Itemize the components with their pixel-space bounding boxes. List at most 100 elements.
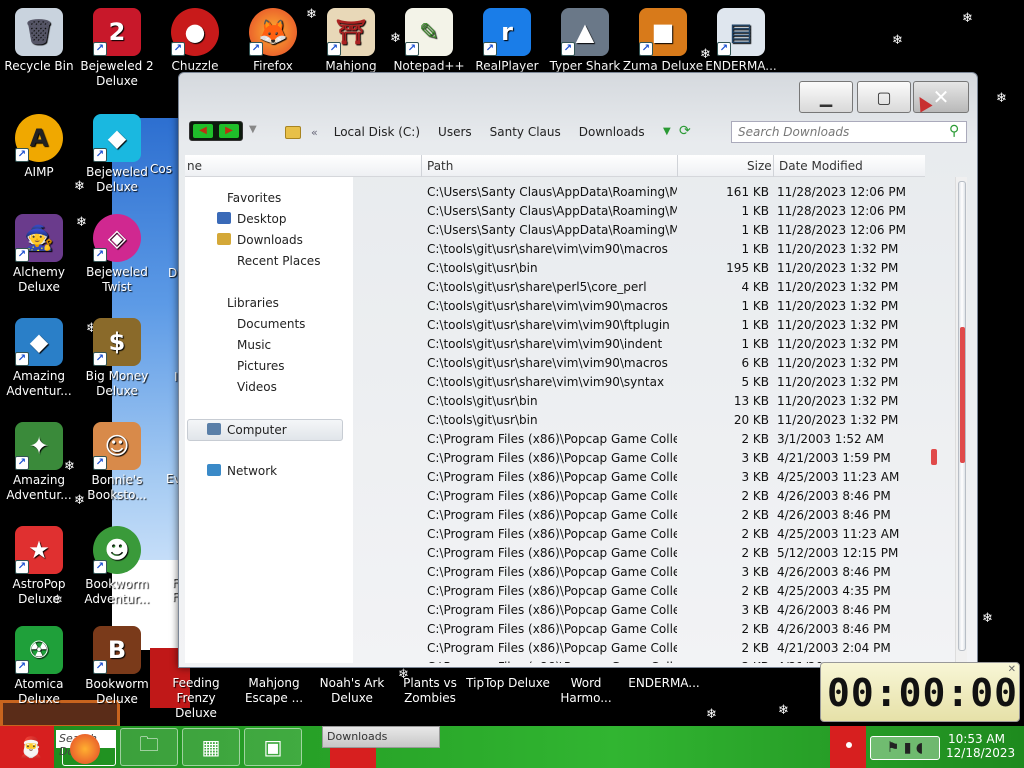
minimize-icon: ▁: [819, 87, 833, 107]
address-bar[interactable]: « Local Disk (C:) Users Santy Claus Down…: [285, 121, 725, 143]
taskbar-control-panel-button[interactable]: ▦: [182, 728, 240, 766]
desktop-icon-bejeweled-twist[interactable]: ◈ ↗ Bejeweled Twist: [78, 214, 156, 304]
nav-documents[interactable]: Documents: [237, 317, 305, 331]
minimize-button[interactable]: ▁: [799, 81, 853, 113]
taskbar: 🎅 🗀 ▦ ▣ ⚑ ▮ ◖: [0, 726, 1024, 768]
file-size-cell: 5 KB: [741, 375, 769, 389]
timer-display: 00:00:00: [827, 671, 1019, 715]
tray-icons: ⚑ ▮ ◖: [886, 740, 924, 756]
file-date-cell: 11/20/2023 1:32 PM: [777, 318, 899, 332]
nav-pictures[interactable]: Pictures: [237, 359, 285, 373]
tray-dot-icon: [846, 742, 852, 748]
desktop-icon-big-money[interactable]: $ ↗ Big Money Deluxe: [78, 318, 156, 408]
system-tray[interactable]: ⚑ ▮ ◖: [870, 736, 940, 760]
compass-icon: ✦ ↗: [15, 422, 63, 470]
column-path[interactable]: Path: [427, 159, 453, 173]
nav-network[interactable]: Network: [207, 464, 277, 478]
firefox-icon[interactable]: [70, 734, 100, 764]
column-size[interactable]: Size: [747, 159, 772, 173]
file-path-cell: C:\Program Files (x86)\Popcap Game Colle…: [427, 508, 677, 522]
desktop-icon-bookworm[interactable]: B ↗ Bookworm Deluxe: [78, 626, 156, 716]
nav-desktop[interactable]: Desktop: [217, 212, 287, 226]
navigation-pane[interactable]: Favorites Desktop Downloads Recent Place…: [185, 177, 353, 663]
maximize-button[interactable]: ▢: [857, 81, 911, 113]
search-icon[interactable]: ⚲: [949, 123, 959, 139]
file-size-cell: 3 KB: [685, 660, 769, 663]
desktop-icon-tiptop[interactable]: TipTop Deluxe: [466, 676, 550, 691]
nav-downloads[interactable]: Downloads: [217, 233, 303, 247]
desktop-icon-word-harmony[interactable]: Word Harmo...: [544, 676, 628, 706]
file-path-cell: C:\tools\git\usr\bin: [427, 394, 538, 408]
file-size-cell: 2 KB: [741, 489, 769, 503]
refresh-icon[interactable]: ⟳: [679, 123, 691, 139]
worm-icon: ☻ ↗: [93, 526, 141, 574]
file-path-cell: C:\Users\Santy Claus\AppData\Roaming\Mo.…: [427, 223, 677, 237]
folder-icon: 🗀: [139, 732, 159, 756]
desktop-icon-plants-vs-zombies[interactable]: Plants vs Zombies: [388, 676, 472, 706]
desktop-icon-bejeweled[interactable]: ◆ ↗ Bejeweled Deluxe: [78, 114, 156, 204]
column-divider[interactable]: [677, 155, 678, 177]
bonnie-face-icon: ☺ ↗: [93, 422, 141, 470]
file-date-cell: 11/20/2023 1:32 PM: [777, 394, 899, 408]
start-button[interactable]: 🎅: [2, 728, 60, 766]
nav-favorites[interactable]: Favorites: [227, 191, 281, 205]
desktop-icon-astropop[interactable]: ★ ↗ AstroPop Deluxe: [0, 526, 78, 616]
nav-buttons[interactable]: ◀ ▶: [189, 121, 243, 141]
column-divider[interactable]: [421, 155, 422, 177]
history-dropdown-icon[interactable]: ▼: [249, 124, 257, 135]
nav-recent-places[interactable]: Recent Places: [237, 254, 320, 268]
desktop-icon-bejeweled2[interactable]: 2 ↗ Bejeweled 2 Deluxe: [78, 8, 156, 98]
explorer-window[interactable]: ▁ ▢ ✕ ◀ ▶ ▼ « Local Disk (C:) Users Sant…: [178, 72, 978, 668]
desktop-icon-amazing-adventures-1[interactable]: ◆ ↗ Amazing Adventur...: [0, 318, 78, 408]
breadcrumb-santy-claus[interactable]: Santy Claus: [484, 125, 567, 139]
desktop-icon-enderma-bottom[interactable]: ENDERMA...: [622, 676, 706, 691]
column-divider[interactable]: [773, 155, 774, 177]
desktop-icon: [217, 212, 231, 224]
desktop-icon-recycle-bin[interactable]: 🗑 Recycle Bin: [0, 8, 78, 98]
nav-libraries[interactable]: Libraries: [227, 296, 279, 310]
file-date-cell: 4/26/2003 8:46 PM: [777, 622, 891, 636]
desktop-icon-atomica[interactable]: ☢ ↗ Atomica Deluxe: [0, 626, 78, 716]
nav-computer[interactable]: Computer: [207, 423, 287, 437]
file-size-cell: 1 KB: [741, 223, 769, 237]
forward-icon[interactable]: ▶: [219, 124, 239, 138]
recycle-bin-icon: 🗑: [15, 8, 63, 56]
file-path-cell: C:\tools\git\usr\bin: [427, 413, 538, 427]
taskbar-downloads-window[interactable]: Downloads: [322, 726, 440, 748]
desktop-icon-feeding-frenzy[interactable]: Feeding Frenzy Deluxe: [154, 676, 238, 721]
breadcrumb-local-disk[interactable]: Local Disk (C:): [328, 125, 426, 139]
vertical-scrollbar[interactable]: [955, 177, 967, 663]
stopwatch-gadget[interactable]: 00:00:00 ✕: [820, 662, 1020, 722]
file-size-cell: 2 KB: [741, 432, 769, 446]
column-header[interactable]: ne Path Size Date Modified: [185, 155, 925, 177]
taskbar-explorer-button[interactable]: 🗀: [120, 728, 178, 766]
file-size-cell: 1 KB: [741, 337, 769, 351]
file-size-cell: 1 KB: [741, 299, 769, 313]
clock-date[interactable]: 12/18/2023: [946, 746, 1015, 760]
nav-videos[interactable]: Videos: [237, 380, 277, 394]
breadcrumb-downloads[interactable]: Downloads: [573, 125, 651, 139]
aimp-icon: A ↗: [15, 114, 63, 162]
file-size-cell: 1 KB: [741, 318, 769, 332]
desktop-icon-amazing-adventures-2[interactable]: ✦ ↗ Amazing Adventur...: [0, 422, 78, 512]
money-bag-icon: $ ↗: [93, 318, 141, 366]
clock-time[interactable]: 10:53 AM: [948, 732, 1005, 746]
back-icon[interactable]: ◀: [193, 124, 213, 138]
close-icon[interactable]: ✕: [1008, 664, 1016, 675]
search-input[interactable]: Search Downloads: [731, 121, 967, 143]
breadcrumb-users[interactable]: Users: [432, 125, 478, 139]
file-date-cell: 4/25/2003 11:23 AM: [777, 527, 900, 541]
taskbar-picture-button[interactable]: ▣: [244, 728, 302, 766]
column-date-modified[interactable]: Date Modified: [779, 159, 863, 173]
desktop-icon-alchemy[interactable]: 🧙 ↗ Alchemy Deluxe: [0, 214, 78, 304]
desktop-icon-mahjong-escape[interactable]: Mahjong Escape ...: [232, 676, 316, 706]
desktop-icon-bookworm-adventures[interactable]: ☻ ↗ Bookworm Adventur...: [78, 526, 156, 616]
desktop-icon-noahs-ark[interactable]: Noah's Ark Deluxe: [310, 676, 394, 706]
desktop-icon-bonnies-bookstore[interactable]: ☺ ↗ Bonnie's Booksto...: [78, 422, 156, 512]
file-size-cell: 2 KB: [741, 508, 769, 522]
file-date-cell: 11/20/2023 1:32 PM: [777, 375, 899, 389]
nav-music[interactable]: Music: [237, 338, 271, 352]
desktop-icon-aimp[interactable]: A ↗ AIMP: [0, 114, 78, 204]
address-dropdown-icon[interactable]: ▼: [663, 126, 671, 137]
column-name[interactable]: ne: [187, 159, 202, 173]
